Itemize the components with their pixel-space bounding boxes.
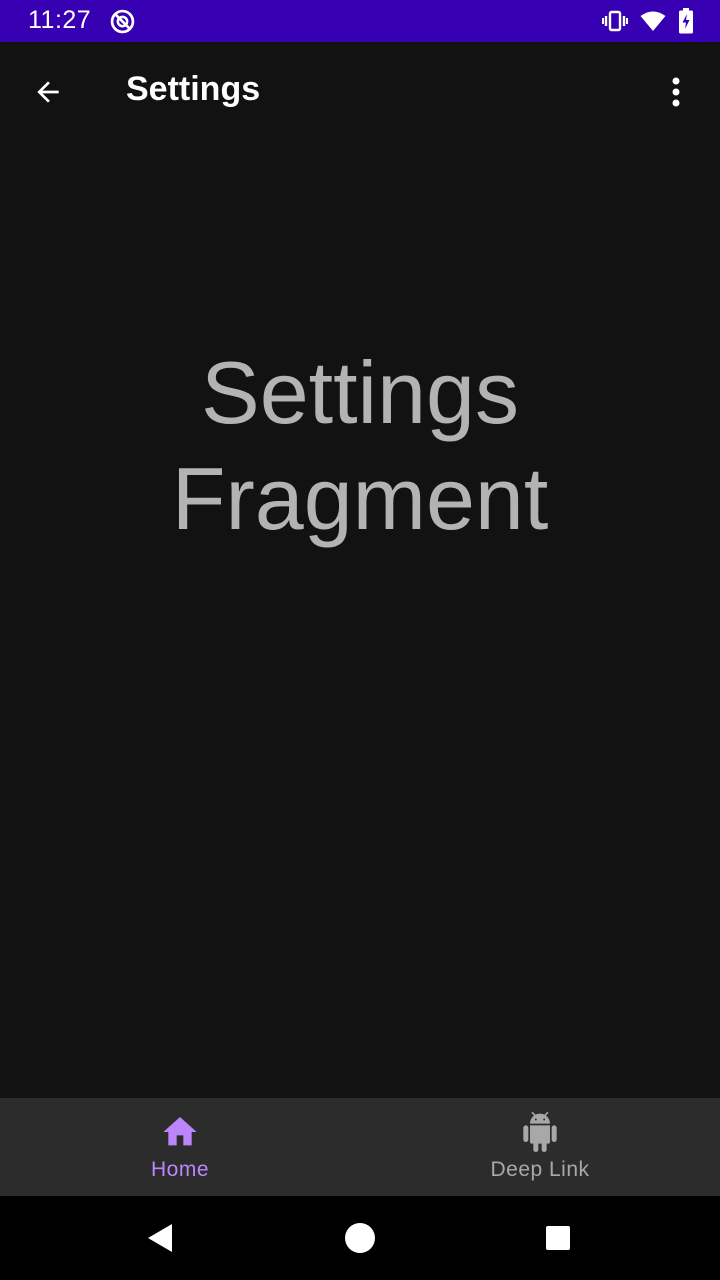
vibrate-icon <box>602 10 628 32</box>
bottom-nav-deep-link-label: Deep Link <box>490 1158 590 1181</box>
more-vert-icon <box>672 77 680 107</box>
bottom-nav-home[interactable]: Home <box>0 1098 360 1196</box>
system-back-button[interactable] <box>138 1216 182 1260</box>
wifi-icon <box>640 11 666 31</box>
fragment-label: Settings Fragment <box>171 343 549 548</box>
notification-app-icon <box>110 9 135 34</box>
home-circle-icon <box>345 1223 375 1253</box>
arrow-left-icon <box>37 81 59 103</box>
recents-square-icon <box>546 1226 570 1250</box>
system-navigation-bar <box>0 1196 720 1280</box>
status-icons <box>602 8 694 34</box>
app-screen: 11:27 Settings Settings Fragment Home De… <box>0 0 720 1280</box>
page-title: Settings <box>126 70 261 108</box>
top-app-bar: Settings <box>0 42 720 140</box>
home-icon <box>163 1117 197 1146</box>
battery-icon <box>679 8 693 34</box>
fragment-content: Settings Fragment <box>0 140 720 1098</box>
bottom-nav-home-label: Home <box>150 1158 210 1181</box>
back-button[interactable] <box>20 64 76 120</box>
bottom-navigation: Home Deep Link <box>0 1098 720 1196</box>
status-time: 11:27 <box>28 6 92 34</box>
android-icon <box>523 1112 557 1152</box>
status-bar: 11:27 <box>0 0 720 42</box>
system-recents-button[interactable] <box>536 1216 580 1260</box>
system-home-button[interactable] <box>338 1216 382 1260</box>
back-triangle-icon <box>148 1224 172 1252</box>
bottom-nav-deep-link[interactable]: Deep Link <box>360 1098 720 1196</box>
overflow-menu-button[interactable] <box>648 64 704 120</box>
